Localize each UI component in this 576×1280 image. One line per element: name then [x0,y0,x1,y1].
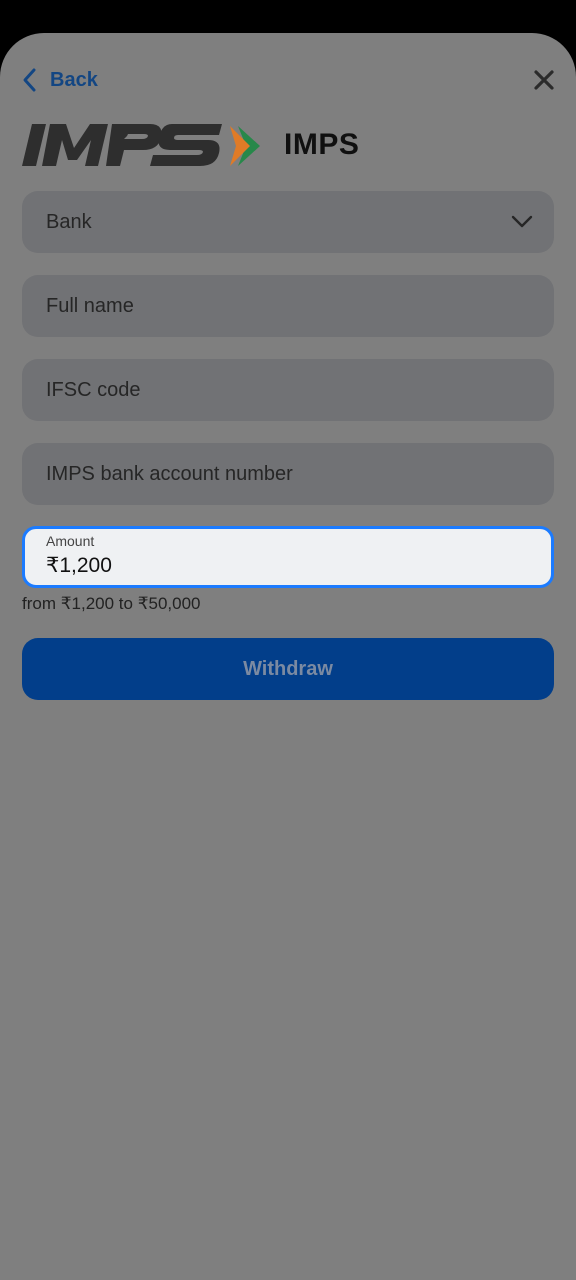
close-icon [534,70,554,90]
withdraw-label: Withdraw [243,657,333,680]
chevron-left-icon [23,68,36,92]
amount-label: Amount [46,533,95,549]
back-label: Back [50,69,98,91]
ifsc-code-input[interactable]: IFSC code [22,359,554,421]
imps-logo [22,124,260,166]
account-number-placeholder: IMPS bank account number [46,463,293,485]
bank-select[interactable]: Bank [22,191,554,253]
close-button[interactable] [530,66,558,94]
chevron-down-icon [511,215,533,228]
payment-method-title: IMPS [284,128,360,161]
full-name-input[interactable]: Full name [22,275,554,337]
full-name-placeholder: Full name [46,295,134,317]
withdraw-button[interactable]: Withdraw [22,638,554,700]
top-bar: Back [0,33,576,123]
payment-method-header: IMPS [22,121,359,169]
bank-placeholder: Bank [46,211,92,233]
ifsc-code-placeholder: IFSC code [46,379,141,401]
withdraw-sheet: Back IMPS Bank Full name IFSC code IMPS … [0,33,576,1280]
amount-value: ₹1,200 [46,554,112,577]
amount-range-hint: from ₹1,200 to ₹50,000 [22,594,201,613]
account-number-input[interactable]: IMPS bank account number [22,443,554,505]
amount-input[interactable]: Amount ₹1,200 [22,526,554,588]
back-button[interactable]: Back [20,63,98,97]
